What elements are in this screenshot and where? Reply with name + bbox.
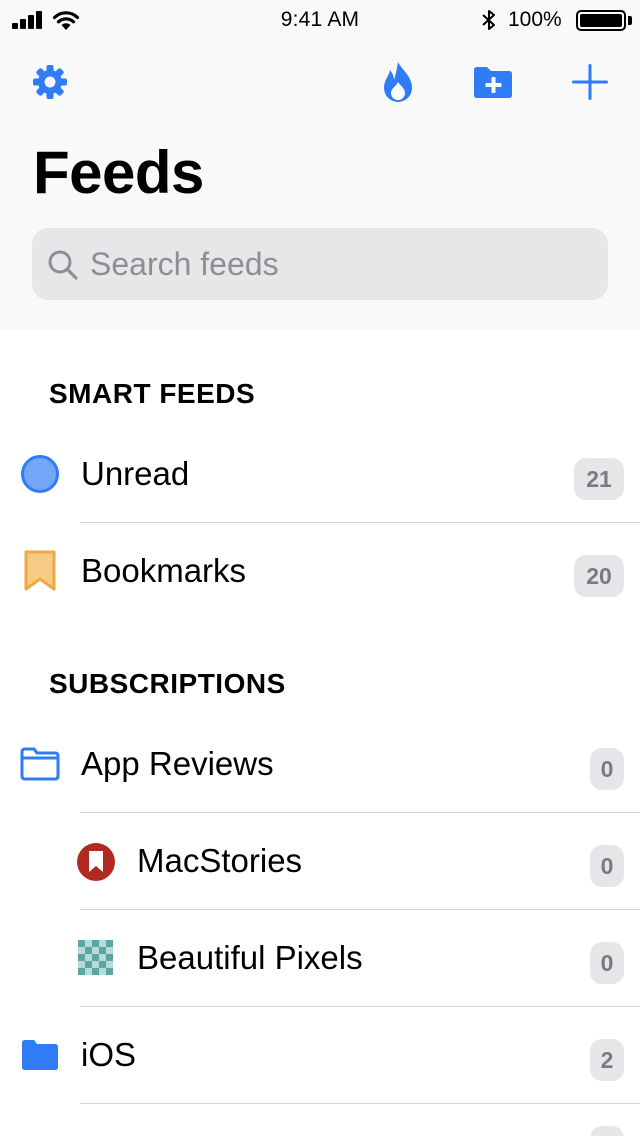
count-badge: 0	[590, 845, 624, 887]
section-header-subscriptions: SUBSCRIPTIONS	[49, 668, 286, 699]
count-badge	[590, 1126, 624, 1136]
subscription-macstories[interactable]: MacStories 0	[0, 813, 640, 910]
row-label: Bookmarks	[81, 552, 247, 589]
row-label: iOS	[81, 1036, 137, 1073]
row-label: App Reviews	[81, 745, 274, 782]
count-badge: 0	[590, 942, 624, 984]
list-item[interactable]	[0, 1104, 640, 1136]
page-title: Feeds	[33, 139, 204, 206]
subscription-beautiful-pixels[interactable]: Beautiful Pixels 0	[0, 910, 640, 1007]
macstories-icon	[77, 843, 115, 881]
plus-icon[interactable]	[570, 62, 610, 102]
battery-icon	[576, 10, 626, 31]
count-badge: 0	[590, 748, 624, 790]
folder-outline-icon	[20, 747, 60, 781]
bluetooth-icon	[482, 10, 495, 30]
bookmark-icon	[24, 550, 56, 591]
flame-icon[interactable]	[378, 60, 418, 106]
folder-filled-icon	[22, 1040, 58, 1070]
status-bar: 9:41 AM 100%	[0, 0, 640, 40]
count-badge: 21	[574, 458, 624, 500]
subscription-ios[interactable]: iOS 2	[0, 1007, 640, 1104]
search-icon	[48, 250, 78, 280]
subscription-app-reviews[interactable]: App Reviews 0	[0, 716, 640, 813]
search-input[interactable]	[90, 228, 590, 300]
folder-plus-icon[interactable]	[472, 62, 514, 102]
unread-circle-icon	[21, 455, 59, 493]
row-label: MacStories	[137, 842, 303, 879]
gear-icon[interactable]	[30, 62, 70, 102]
section-header-smart-feeds: SMART FEEDS	[49, 378, 256, 409]
battery-cap	[628, 16, 632, 25]
search-field[interactable]	[32, 228, 608, 300]
smart-feed-unread[interactable]: Unread 21	[0, 426, 640, 523]
count-badge: 2	[590, 1039, 624, 1081]
row-label: Unread	[81, 455, 190, 492]
beautiful-pixels-icon	[78, 940, 113, 975]
count-badge: 20	[574, 555, 624, 597]
battery-percentage: 100%	[508, 8, 562, 31]
row-label: Beautiful Pixels	[137, 939, 363, 976]
smart-feed-bookmarks[interactable]: Bookmarks 20	[0, 523, 640, 620]
